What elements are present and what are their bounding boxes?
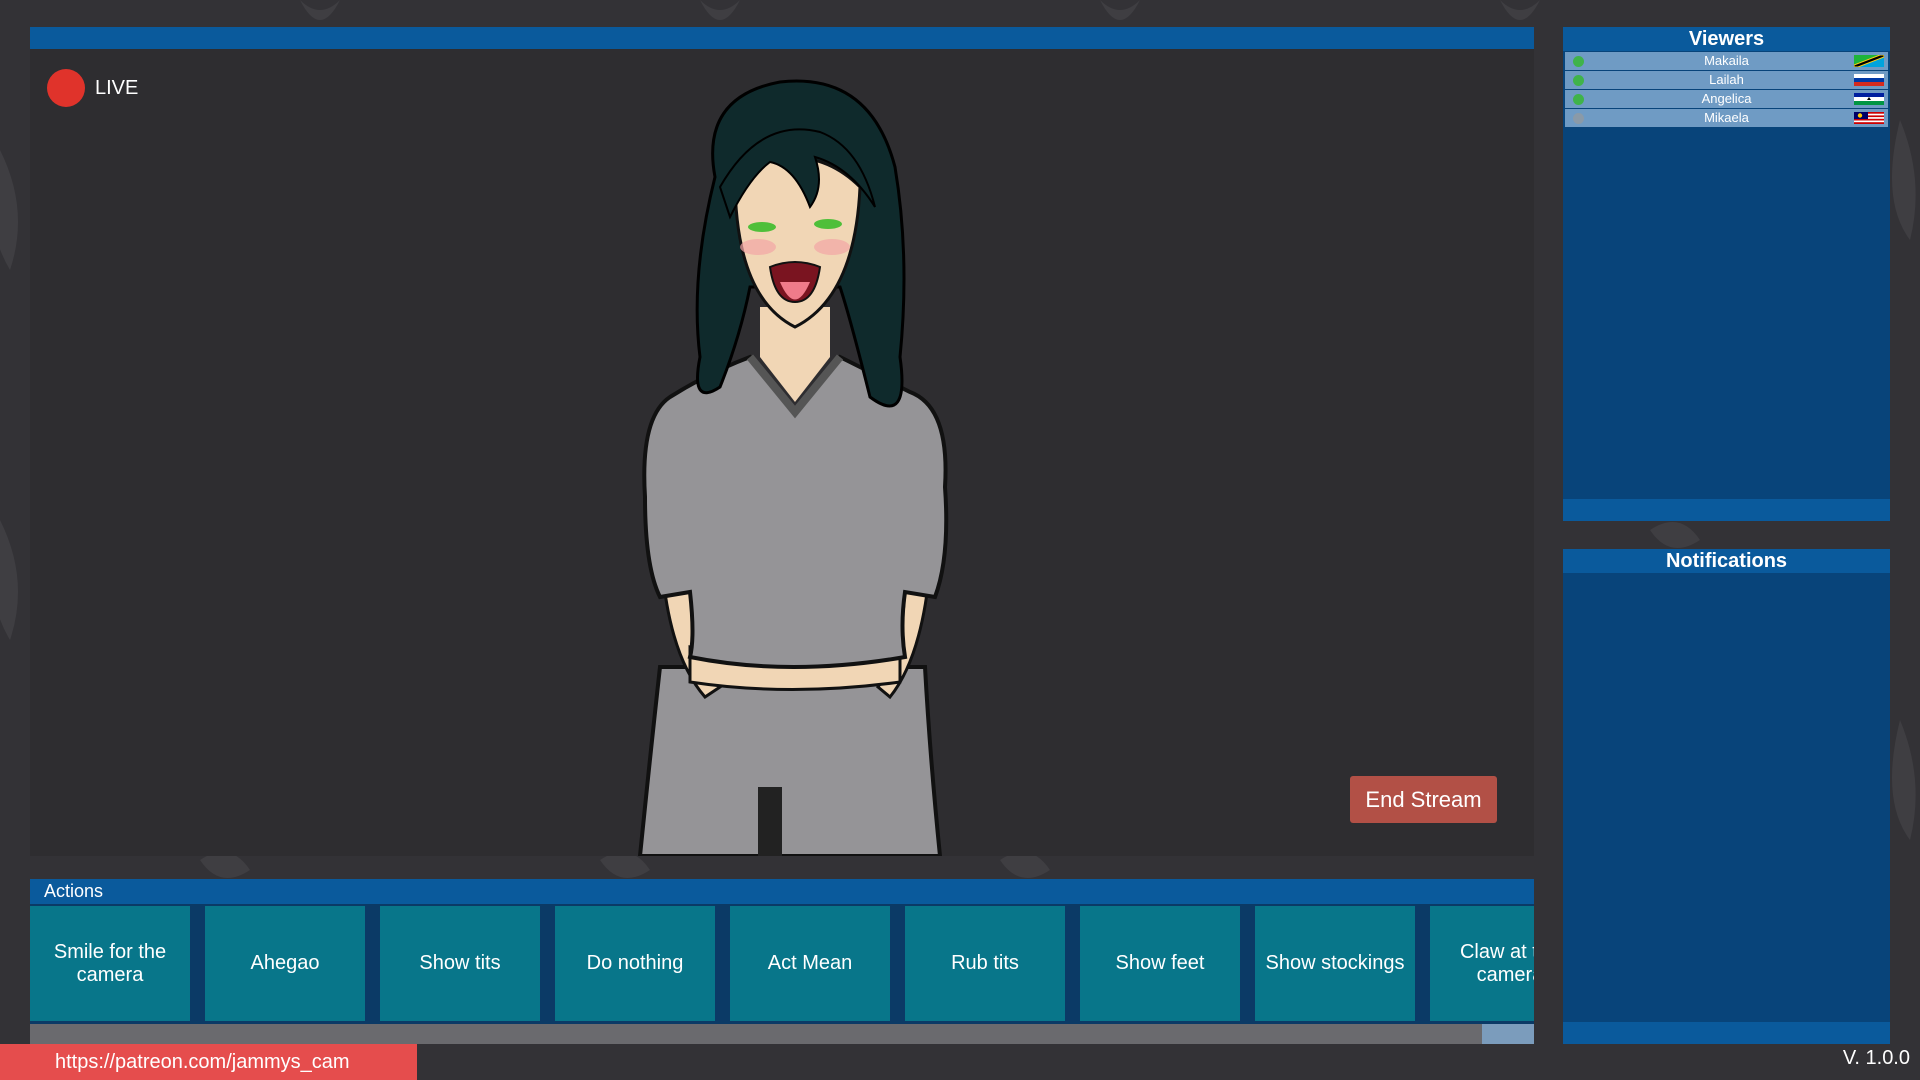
actions-title: Actions <box>30 879 1534 904</box>
action-button-rub-tits[interactable]: Rub tits <box>905 906 1065 1021</box>
notifications-title: Notifications <box>1563 549 1890 573</box>
viewer-name: Lailah <box>1709 72 1744 87</box>
actions-panel: Actions Smile for the camera Ahegao Show… <box>30 879 1534 1044</box>
live-dot-icon <box>47 69 85 107</box>
notifications-panel: Notifications <box>1563 549 1890 1044</box>
viewer-row[interactable]: Makaila <box>1565 52 1888 70</box>
viewers-title: Viewers <box>1563 27 1890 51</box>
viewer-list: Makaila Lailah Angelica Mikaela <box>1563 52 1890 127</box>
notifications-footer <box>1563 1022 1890 1044</box>
online-status-icon <box>1573 75 1584 86</box>
viewer-name: Angelica <box>1701 91 1752 106</box>
action-button-show-feet[interactable]: Show feet <box>1080 906 1240 1021</box>
malaysia-flag-icon <box>1854 112 1884 124</box>
action-button-ahegao[interactable]: Ahegao <box>205 906 365 1021</box>
action-button-show-tits[interactable]: Show tits <box>380 906 540 1021</box>
actions-scrollbar[interactable] <box>30 1024 1534 1044</box>
viewer-row[interactable]: Angelica <box>1565 90 1888 108</box>
tanzania-flag-icon <box>1854 55 1884 67</box>
viewers-footer <box>1563 499 1890 521</box>
actions-list: Smile for the camera Ahegao Show tits Do… <box>30 906 1534 1021</box>
stream-title-bar <box>30 27 1534 49</box>
live-indicator: LIVE <box>47 69 138 107</box>
live-label: LIVE <box>95 76 139 99</box>
viewer-row[interactable]: Lailah <box>1565 71 1888 89</box>
lesotho-flag-icon <box>1854 93 1884 105</box>
stream-view: LIVE End Stream <box>30 27 1534 856</box>
viewer-row[interactable]: Mikaela <box>1565 109 1888 127</box>
end-stream-button[interactable]: End Stream <box>1350 776 1497 823</box>
viewer-name: Makaila <box>1704 53 1749 68</box>
patreon-link[interactable]: https://patreon.com/jammys_cam <box>0 1044 417 1080</box>
action-button-claw-camera[interactable]: Claw at the camera <box>1430 906 1534 1021</box>
action-button-smile[interactable]: Smile for the camera <box>30 906 190 1021</box>
offline-status-icon <box>1573 113 1584 124</box>
action-button-act-mean[interactable]: Act Mean <box>730 906 890 1021</box>
action-button-show-stockings[interactable]: Show stockings <box>1255 906 1415 1021</box>
scrollbar-thumb[interactable] <box>1482 1024 1534 1044</box>
online-status-icon <box>1573 56 1584 67</box>
action-button-do-nothing[interactable]: Do nothing <box>555 906 715 1021</box>
viewer-name: Mikaela <box>1704 110 1749 125</box>
online-status-icon <box>1573 94 1584 105</box>
streamer-character <box>637 79 949 856</box>
version-label: V. 1.0.0 <box>1842 1047 1910 1069</box>
russia-flag-icon <box>1854 74 1884 86</box>
viewers-panel: Viewers Makaila Lailah Angelica Mikaela <box>1563 27 1890 521</box>
